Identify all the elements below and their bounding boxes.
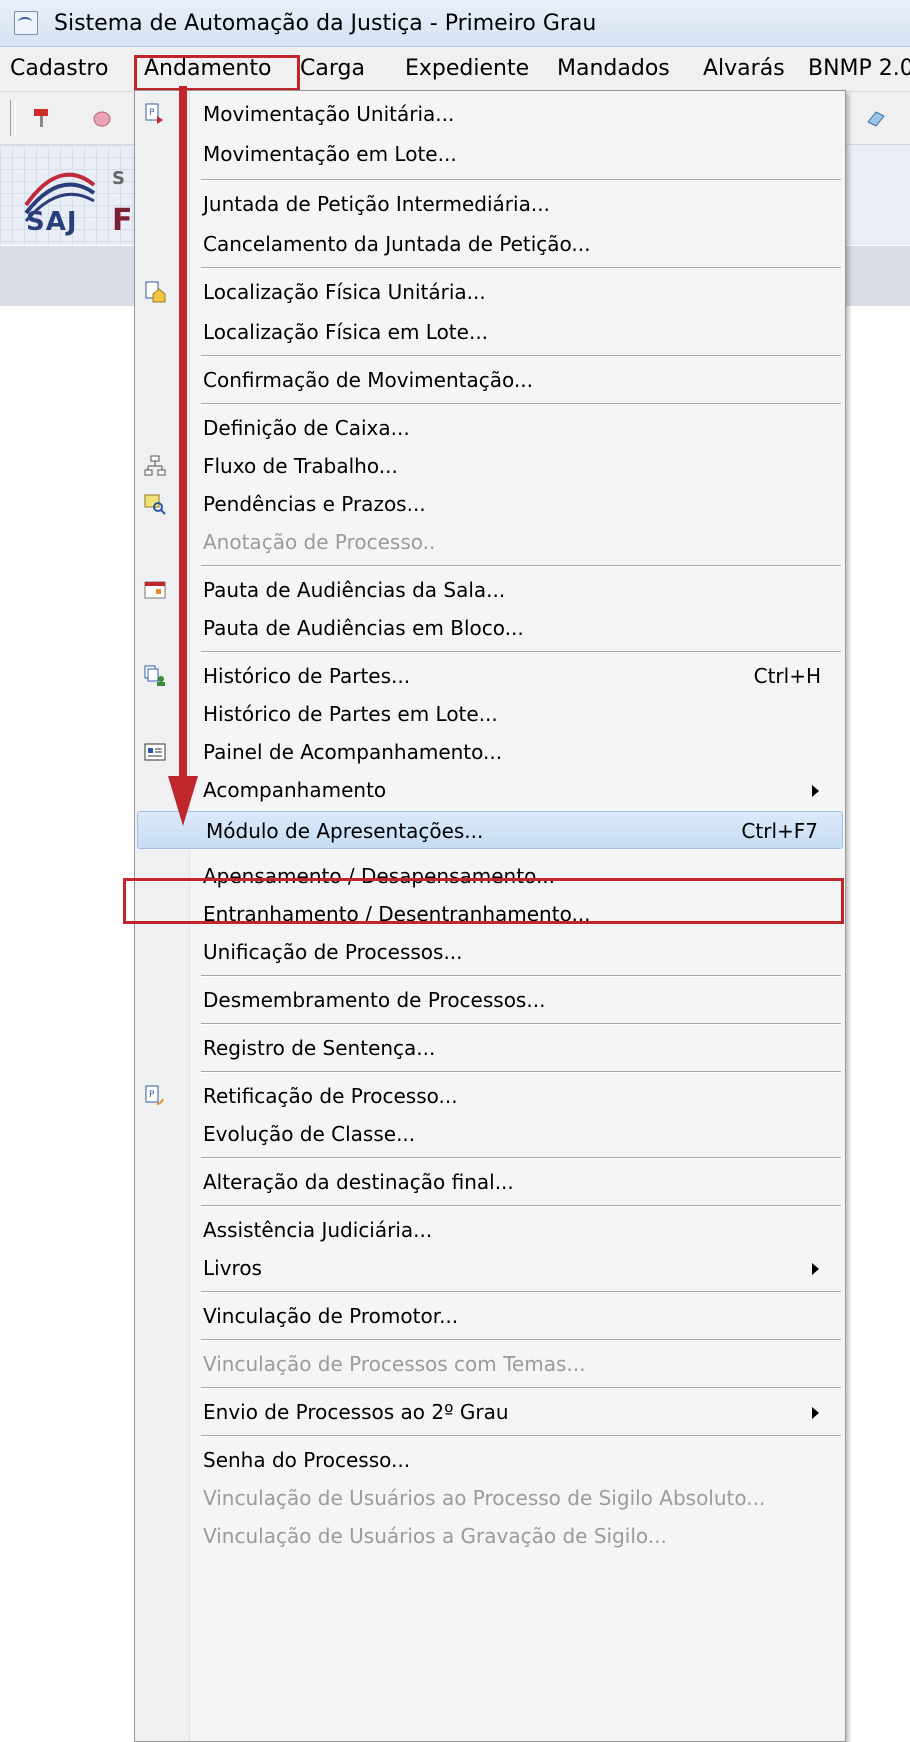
menu-item-movimentacao-unitaria[interactable]: P Movimentação Unitária... [135,95,845,133]
logo-text: SAJ [26,207,78,237]
menu-separator [201,179,841,181]
menu-item-desmembramento[interactable]: Desmembramento de Processos... [135,981,845,1019]
menu-highlight-box [134,55,300,91]
logo-letter-f: F [112,203,133,238]
menu-expediente[interactable]: Expediente [405,56,529,81]
menu-item-fluxo-trabalho[interactable]: Fluxo de Trabalho... [135,447,845,485]
menu-item-painel-acompanhamento[interactable]: Painel de Acompanhamento... [135,733,845,771]
menu-separator [201,1157,841,1159]
menu-separator [201,1339,841,1341]
menu-item-vinculacao-promotor[interactable]: Vinculação de Promotor... [135,1297,845,1335]
workflow-icon [144,455,166,476]
menu-item-modulo-apresentacoes[interactable]: Módulo de Apresentações... Ctrl+F7 [137,811,843,849]
menu-separator [201,651,841,653]
toolbar-grip[interactable] [10,100,16,136]
eraser-tool-icon[interactable] [864,106,888,130]
menu-item-envio-2-grau[interactable]: Envio de Processos ao 2º Grau [135,1393,845,1431]
logo-letter-s: S [112,168,125,189]
submenu-arrow-icon [812,1407,819,1419]
parties-history-icon [144,665,165,686]
menu-item-historico-partes-lote[interactable]: Histórico de Partes em Lote... [135,695,845,733]
submenu-arrow-icon [812,1263,819,1275]
shortcut-ctrl-h: Ctrl+H [753,664,821,688]
menu-item-cancelamento-juntada[interactable]: Cancelamento da Juntada de Petição... [135,225,845,263]
menu-separator [201,267,841,269]
svg-text:P: P [149,1090,155,1100]
menu-item-confirmacao-movimentacao[interactable]: Confirmação de Movimentação... [135,361,845,399]
menu-item-acompanhamento[interactable]: Acompanhamento [135,771,845,809]
document-house-icon [145,281,166,303]
menu-item-juntada-peticao[interactable]: Juntada de Petição Intermediária... [135,185,845,223]
menu-separator [201,1023,841,1025]
menu-item-pauta-bloco[interactable]: Pauta de Audiências em Bloco... [135,609,845,647]
menu-separator [201,1071,841,1073]
menu-item-livros[interactable]: Livros [135,1249,845,1287]
menu-item-unificacao[interactable]: Unificação de Processos... [135,933,845,971]
menu-item-definicao-caixa[interactable]: Definição de Caixa... [135,409,845,447]
menu-item-vinculacao-temas: Vinculação de Processos com Temas... [203,1352,586,1376]
menu-separator [201,1205,841,1207]
menu-separator [201,975,841,977]
submenu-arrow-icon [812,785,819,797]
shortcut-ctrl-f7: Ctrl+F7 [741,819,818,843]
menu-separator [201,403,841,405]
menu-item-evolucao-classe[interactable]: Evolução de Classe... [135,1115,845,1153]
menu-mandados[interactable]: Mandados [557,56,670,81]
menu-separator [201,1435,841,1437]
menu-item-retificacao[interactable]: P Retificação de Processo... [135,1077,845,1115]
menu-carga[interactable]: Carga [300,56,365,81]
window-title: Sistema de Automação da Justiça - Primei… [54,10,597,36]
menu-item-anotacao-processo: Anotação de Processo.. [203,530,436,554]
hand-tool-icon[interactable] [90,106,114,130]
menu-separator [201,565,841,567]
menu-item-alteracao-destinacao[interactable]: Alteração da destinação final... [135,1163,845,1201]
rectify-icon: P [145,1085,164,1105]
title-bar: Sistema de Automação da Justiça - Primei… [0,0,910,47]
menu-item-pauta-sala[interactable]: Pauta de Audiências da Sala... [135,571,845,609]
search-document-icon [144,494,166,515]
pin-tool-icon[interactable] [30,106,54,130]
menu-cadastro[interactable]: Cadastro [10,56,108,81]
menu-item-vinculacao-gravacao-sigilo: Vinculação de Usuários a Gravação de Sig… [203,1524,667,1548]
menu-item-assistencia-judiciaria[interactable]: Assistência Judiciária... [135,1211,845,1249]
selected-item-highlight-box [123,878,844,924]
menu-item-pendencias-prazos[interactable]: Pendências e Prazos... [135,485,845,523]
menu-item-senha-processo[interactable]: Senha do Processo... [135,1441,845,1479]
svg-text:P: P [149,108,155,118]
calendar-icon [144,581,166,599]
menu-separator [201,1291,841,1293]
menu-item-movimentacao-lote[interactable]: Movimentação em Lote... [135,135,845,173]
menu-item-localizacao-unitaria[interactable]: Localização Física Unitária... [135,273,845,311]
menu-alvaras[interactable]: Alvarás [703,56,785,81]
menu-separator [201,1387,841,1389]
menu-item-localizacao-lote[interactable]: Localização Física em Lote... [135,313,845,351]
menu-separator [201,355,841,357]
menu-bnmp[interactable]: BNMP 2.0 [808,56,910,81]
app-icon[interactable] [14,11,38,35]
menu-item-registro-sentenca[interactable]: Registro de Sentença... [135,1029,845,1067]
annotation-arrow-icon [168,86,198,826]
panel-icon [144,743,166,761]
menu-item-vinculacao-sigilo-absoluto: Vinculação de Usuários ao Processo de Si… [203,1486,766,1510]
document-move-icon: P [145,103,163,124]
menu-item-historico-partes[interactable]: Histórico de Partes... Ctrl+H [135,657,845,695]
